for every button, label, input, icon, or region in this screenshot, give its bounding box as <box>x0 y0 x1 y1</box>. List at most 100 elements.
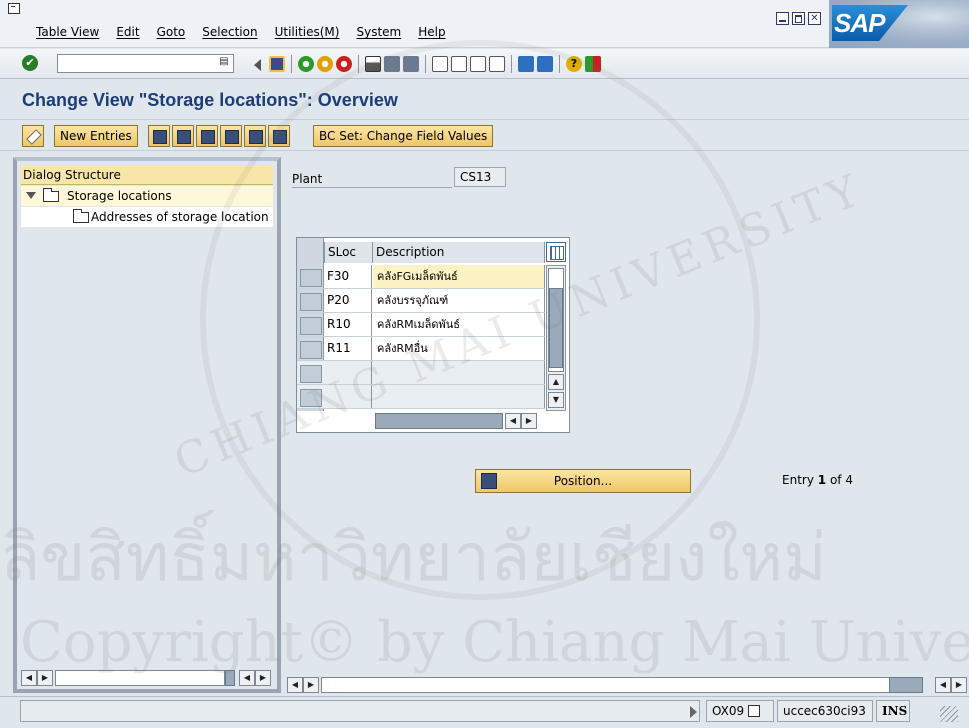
row-selector[interactable] <box>300 341 322 359</box>
status-transaction[interactable]: OX09 <box>706 700 774 722</box>
menu-utilities[interactable]: Utilities(M) <box>275 25 340 39</box>
plant-label: Plant <box>292 170 452 188</box>
status-message <box>20 700 700 722</box>
scroll-track[interactable] <box>55 670 225 686</box>
menu-selection[interactable]: Selection <box>202 25 257 39</box>
command-history-icon[interactable]: ▤ <box>218 56 230 70</box>
cell-description[interactable]: คลังFGเมล็ดพันธ์ <box>373 265 545 288</box>
menu-goto[interactable]: Goto <box>157 25 186 39</box>
scroll-right-icon[interactable]: ▶ <box>37 670 53 686</box>
create-session-icon[interactable] <box>518 56 534 72</box>
left-horizontal-scrollbar[interactable]: ◀ ▶ ◀ ▶ <box>21 670 273 686</box>
row-selector[interactable] <box>300 365 322 383</box>
row-selector[interactable] <box>300 293 322 311</box>
resize-grip-icon[interactable] <box>940 706 958 722</box>
main-horizontal-scrollbar[interactable]: ◀ ▶ ◀ ▶ <box>287 677 969 693</box>
scroll-left-icon[interactable]: ◀ <box>239 670 255 686</box>
find-icon[interactable] <box>384 56 400 72</box>
layout-menu-icon[interactable] <box>585 56 601 72</box>
transaction-code: OX09 <box>712 704 745 718</box>
status-insert-mode[interactable]: INS <box>876 700 910 722</box>
scroll-up-icon[interactable]: ▲ <box>548 374 564 390</box>
scroll-thumb[interactable] <box>889 677 923 693</box>
back-icon[interactable] <box>254 59 261 71</box>
cell-description[interactable]: คลังRMอื่น <box>373 337 545 360</box>
menu-system[interactable]: System <box>356 25 401 39</box>
row-selector[interactable] <box>300 389 322 407</box>
shortcut-icon[interactable] <box>537 56 553 72</box>
entry-total: 4 <box>845 473 853 487</box>
back-green-icon[interactable] <box>298 56 314 72</box>
scroll-left-icon[interactable]: ◀ <box>505 413 521 429</box>
scroll-thumb[interactable] <box>375 413 503 429</box>
cell-description[interactable] <box>373 385 545 408</box>
row-selector[interactable] <box>300 269 322 287</box>
exit-yellow-icon[interactable] <box>317 56 333 72</box>
scroll-thumb[interactable] <box>225 670 235 686</box>
scroll-thumb[interactable] <box>549 288 563 368</box>
delete-icon[interactable] <box>172 125 194 147</box>
toolbar-separator <box>559 55 560 73</box>
minimize-button[interactable] <box>776 12 789 25</box>
cell-description[interactable]: คลังRMเมล็ดพันธ์ <box>373 313 545 336</box>
scroll-track[interactable] <box>321 677 923 693</box>
table-row-empty[interactable] <box>297 361 545 385</box>
table-row[interactable]: F30 คลังFGเมล็ดพันธ์ <box>297 265 545 289</box>
row-selector[interactable] <box>300 317 322 335</box>
scroll-left-icon[interactable]: ◀ <box>935 677 951 693</box>
maximize-button[interactable] <box>792 12 805 25</box>
table-vertical-scrollbar[interactable]: ▲ ▼ <box>546 265 566 411</box>
position-button-label: Position... <box>553 474 613 488</box>
deselect-all-icon[interactable] <box>268 125 290 147</box>
scroll-right-icon[interactable]: ▶ <box>303 677 319 693</box>
system-info-icon[interactable] <box>748 705 761 717</box>
column-header-sloc[interactable]: SLoc <box>324 242 373 263</box>
next-page-icon[interactable] <box>470 56 486 72</box>
tree-item-storage-locations[interactable]: Storage locations <box>21 186 273 206</box>
position-button[interactable]: Position... <box>475 469 691 493</box>
enter-icon[interactable]: ✔ <box>22 55 38 71</box>
page-title: Change View "Storage locations": Overvie… <box>22 90 398 110</box>
last-page-icon[interactable] <box>489 56 505 72</box>
scroll-right-icon[interactable]: ▶ <box>951 677 967 693</box>
save-icon[interactable] <box>269 56 285 72</box>
new-entries-button[interactable]: New Entries <box>54 125 138 147</box>
undo-change-icon[interactable] <box>196 125 218 147</box>
scroll-down-icon[interactable]: ▼ <box>548 392 564 408</box>
display-change-icon[interactable] <box>22 125 44 147</box>
column-header-description[interactable]: Description <box>372 242 545 263</box>
title-bar: Change View "Storage locations": Overvie… <box>0 80 969 118</box>
cell-description[interactable]: คลังบรรจุภัณฑ์ <box>373 289 545 312</box>
scroll-right-icon[interactable]: ▶ <box>255 670 271 686</box>
previous-page-icon[interactable] <box>451 56 467 72</box>
table-horizontal-scrollbar[interactable]: ◀ ▶ <box>373 412 545 430</box>
close-button[interactable]: ✕ <box>808 12 821 25</box>
menu-edit[interactable]: Edit <box>116 25 139 39</box>
select-all-icon[interactable] <box>220 125 242 147</box>
print-icon[interactable] <box>365 56 381 72</box>
copy-as-icon[interactable] <box>148 125 170 147</box>
cell-description[interactable] <box>373 361 545 384</box>
table-settings-icon[interactable] <box>546 242 566 262</box>
menu-items: Table View Edit Goto Selection Utilities… <box>36 25 463 39</box>
status-expand-icon[interactable] <box>690 706 697 718</box>
table-row[interactable]: P20 คลังบรรจุภัณฑ์ <box>297 289 545 313</box>
menu-table-view[interactable]: Table View <box>36 25 99 39</box>
scroll-right-icon[interactable]: ▶ <box>521 413 537 429</box>
table-row-empty[interactable] <box>297 385 545 409</box>
help-icon[interactable]: ? <box>566 56 582 72</box>
scroll-left-icon[interactable]: ◀ <box>21 670 37 686</box>
table-row[interactable]: R10 คลังRMเมล็ดพันธ์ <box>297 313 545 337</box>
expand-triangle-icon[interactable] <box>26 192 36 199</box>
scroll-left-icon[interactable]: ◀ <box>287 677 303 693</box>
bc-set-button[interactable]: BC Set: Change Field Values <box>313 125 494 147</box>
select-block-icon[interactable] <box>244 125 266 147</box>
table-row[interactable]: R11 คลังRMอื่น <box>297 337 545 361</box>
cancel-red-icon[interactable] <box>336 56 352 72</box>
first-page-icon[interactable] <box>432 56 448 72</box>
command-field[interactable] <box>57 54 234 73</box>
tree-item-addresses[interactable]: Addresses of storage location <box>21 207 273 227</box>
find-next-icon[interactable] <box>403 56 419 72</box>
menu-help[interactable]: Help <box>418 25 445 39</box>
system-menu-icon[interactable] <box>8 3 20 14</box>
